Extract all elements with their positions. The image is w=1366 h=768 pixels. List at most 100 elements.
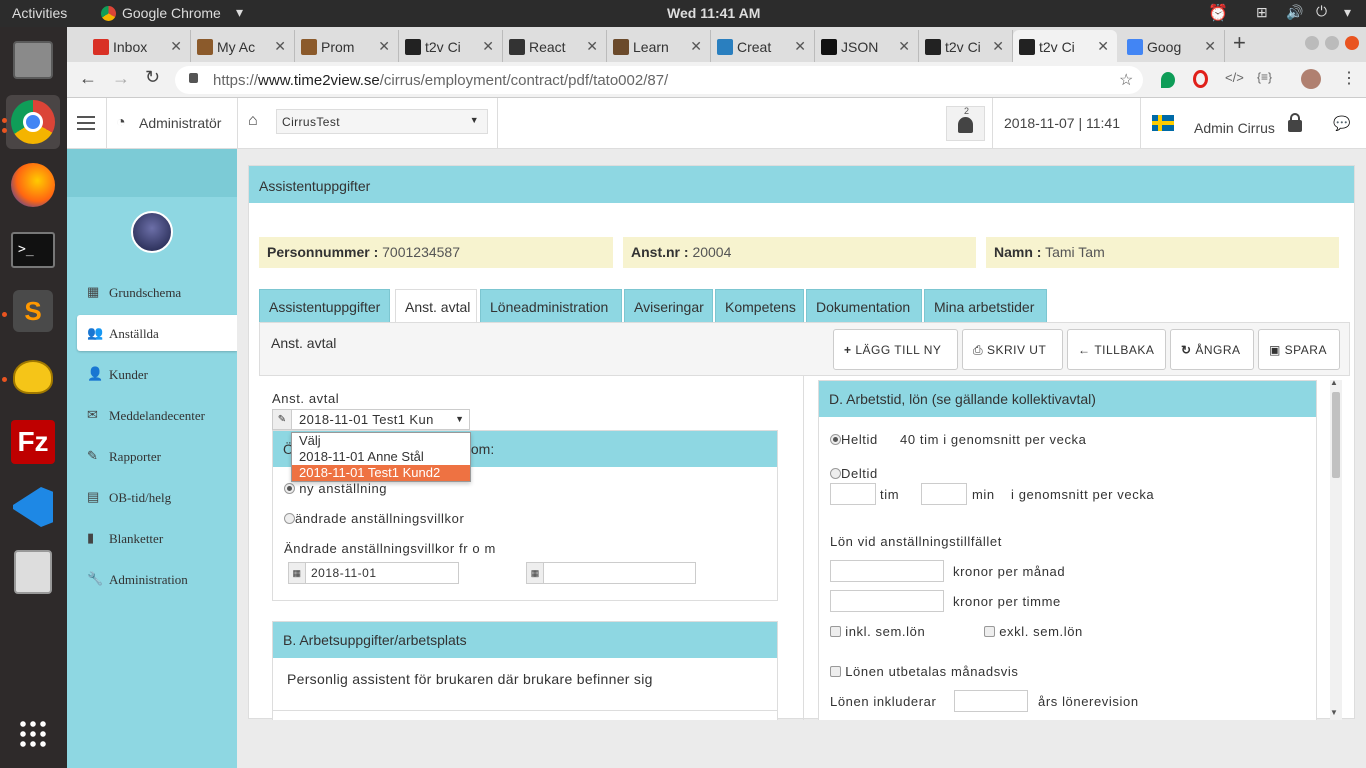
tab-mina-arbetstider[interactable]: Mina arbetstider [924,289,1047,322]
tab-kompetens[interactable]: Kompetens [715,289,804,322]
close-icon[interactable]: ✕ [690,38,702,55]
sidebar-item-anstallda[interactable]: 👥 Anställda [77,315,237,351]
contract-select[interactable]: ✎ 2018-11-01 Test1 Kun ▼ [272,409,470,430]
json-extension-icon[interactable]: {≡} [1257,70,1272,84]
reload-icon[interactable]: ↻ [145,67,160,88]
power-icon[interactable]: ⏻ [1316,3,1327,20]
close-icon[interactable]: ✕ [794,38,806,55]
browser-tab[interactable]: Learn ✕ [607,30,711,62]
star-icon[interactable]: ☆ [1119,70,1133,90]
swedish-flag-icon[interactable] [1152,115,1174,131]
add-new-button[interactable]: + LÄGG TILL NY [833,329,958,370]
minutes-input[interactable] [921,483,967,505]
volume-icon[interactable]: 🔊 [1286,4,1303,21]
back-arrow-icon[interactable]: ← [79,68,97,89]
sublime-launcher[interactable]: S [6,284,60,338]
tab-assistentuppgifter[interactable]: Assistentuppgifter [259,289,390,322]
radio-changed-terms[interactable]: ändrade anställningsvillkor [284,511,464,526]
extension-icon[interactable] [1161,72,1175,88]
browser-tab[interactable]: t2v Ci ✕ [919,30,1013,62]
close-icon[interactable]: ✕ [992,38,1004,55]
radio-heltid[interactable]: Heltid [830,432,878,447]
browser-tab[interactable]: Prom ✕ [295,30,399,62]
activities-button[interactable]: Activities [12,5,67,21]
sidebar-item-kunder[interactable]: 👤 Kunder [77,356,237,392]
sidebar-item-blanketter[interactable]: ▮ Blanketter [77,520,237,556]
browser-tab[interactable]: React ✕ [503,30,607,62]
checkbox-excl-sem[interactable]: exkl. sem.lön [984,624,1083,639]
filezilla-launcher[interactable]: Fz [6,415,60,469]
address-bar[interactable]: https://www.time2view.se/cirrus/employme… [175,66,1143,94]
role-label[interactable]: Administratör [139,115,221,131]
scroll-up-icon[interactable]: ▲ [1330,378,1338,387]
new-tab-button[interactable]: + [1233,30,1246,56]
maximize-button[interactable] [1325,36,1339,50]
close-icon[interactable]: ✕ [274,38,286,55]
tab-aviseringar[interactable]: Aviseringar [624,289,713,322]
browser-tab[interactable]: My Ac ✕ [191,30,295,62]
sidebar-item-ob-tid[interactable]: ▤ OB-tid/helg [77,479,237,515]
menu-dots-icon[interactable]: ⋮ [1341,68,1357,88]
code-extension-icon[interactable]: </> [1225,70,1244,85]
profile-avatar-icon[interactable] [1301,69,1321,89]
radio-new-employment[interactable]: ny anställning [284,481,387,496]
sidebar-item-administration[interactable]: 🔧 Administration [77,561,237,597]
salary-month-input[interactable] [830,560,944,582]
close-icon[interactable]: ✕ [482,38,494,55]
app-menu[interactable]: Google Chrome [122,5,221,21]
network-icon[interactable]: ⊞ [1256,4,1268,21]
show-applications-button[interactable] [6,707,60,761]
chat-icon[interactable]: 💬 [1333,115,1350,132]
salary-hour-input[interactable] [830,590,944,612]
minimize-button[interactable] [1305,36,1319,50]
terminal-launcher[interactable]: >_ [6,223,60,277]
scrollbar[interactable]: ▲ ▼ [1330,378,1342,720]
browser-tab[interactable]: Creat ✕ [711,30,815,62]
pencil-icon[interactable]: ✎ [273,410,292,429]
revision-input[interactable] [954,690,1028,712]
sidebar-item-rapporter[interactable]: ✎ Rapporter [77,438,237,474]
scrollbar-thumb[interactable] [1332,392,1340,478]
clock[interactable]: Wed 11:41 AM [667,5,760,21]
browser-tab[interactable]: Inbox ✕ [87,30,191,62]
date-to-input[interactable]: ▦ [526,562,696,584]
files-launcher[interactable] [6,33,60,87]
hours-input[interactable] [830,483,876,505]
avatar[interactable] [131,211,173,253]
vscode-launcher[interactable] [6,480,60,534]
scroll-down-icon[interactable]: ▼ [1330,708,1338,717]
opera-extension-icon[interactable] [1193,70,1208,88]
dropdown-option-selected[interactable]: 2018-11-01 Test1 Kund2 [292,465,470,481]
home-icon[interactable]: ⌂ [248,112,258,130]
alarm-icon[interactable]: ⏰ [1208,3,1228,23]
close-icon[interactable]: ✕ [170,38,182,55]
browser-tab-active[interactable]: t2v Ci ✕ [1013,30,1117,62]
dropdown-option[interactable]: Välj [292,433,470,449]
browser-tab[interactable]: Goog ✕ [1121,30,1225,62]
teapot-launcher[interactable] [6,350,60,404]
tab-dokumentation[interactable]: Dokumentation [806,289,922,322]
close-icon[interactable]: ✕ [378,38,390,55]
calculator-launcher[interactable] [6,545,60,599]
company-select[interactable]: CirrusTest ▼ [276,109,488,134]
radio-deltid[interactable]: Deltid [830,466,878,481]
user-name[interactable]: Admin Cirrus [1194,120,1275,136]
save-button[interactable]: ▣ SPARA [1258,329,1340,370]
notifications-button[interactable]: 2 [946,106,985,141]
close-icon[interactable]: ✕ [1097,38,1109,55]
chrome-launcher[interactable] [6,95,60,149]
forward-arrow-icon[interactable]: → [112,68,130,89]
print-button[interactable]: ⎙ SKRIV UT [962,329,1063,370]
close-icon[interactable]: ✕ [898,38,910,55]
back-button[interactable]: ← TILLBAKA [1067,329,1166,370]
tab-loneadministration[interactable]: Löneadministration [480,289,622,322]
browser-tab[interactable]: JSON ✕ [815,30,919,62]
firefox-launcher[interactable] [6,158,60,212]
close-icon[interactable]: ✕ [1204,38,1216,55]
dropdown-option[interactable]: 2018-11-01 Anne Stål [292,449,470,465]
date-from-input[interactable]: ▦ 2018-11-01 [288,562,459,584]
browser-tab[interactable]: t2v Ci ✕ [399,30,503,62]
close-icon[interactable]: ✕ [586,38,598,55]
hamburger-menu-icon[interactable] [77,116,95,130]
sidebar-item-meddelandecenter[interactable]: ✉ Meddelandecenter [77,397,237,433]
